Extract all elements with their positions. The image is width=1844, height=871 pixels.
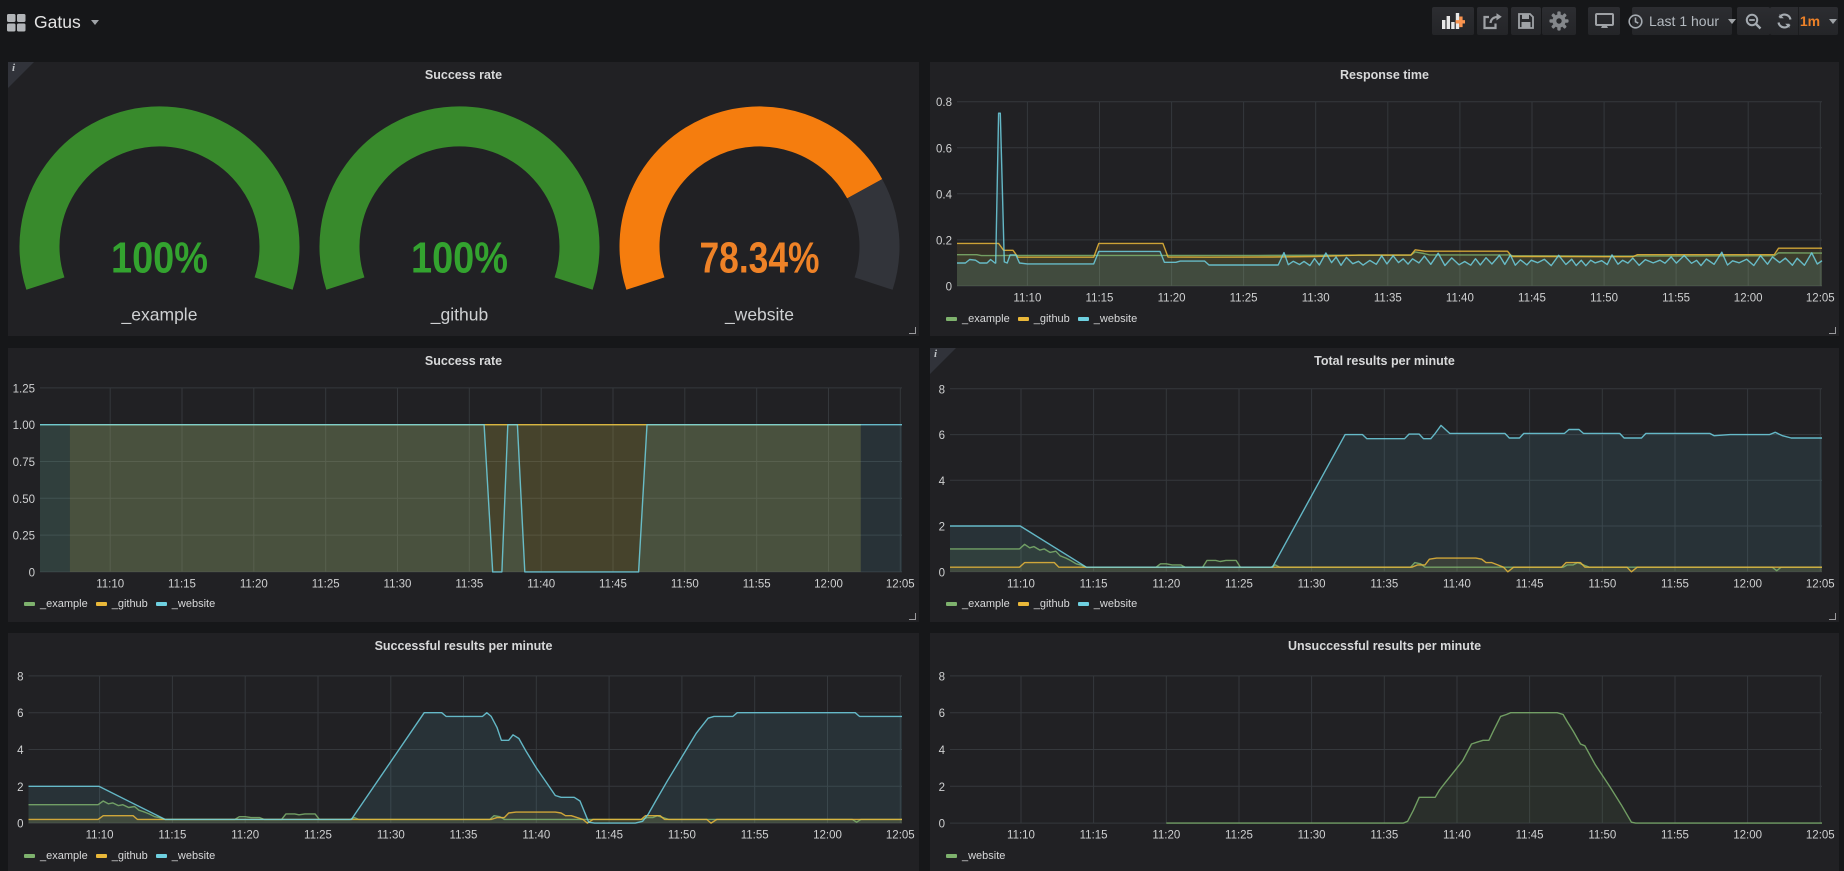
svg-text:4: 4 [939,475,946,487]
svg-text:11:20: 11:20 [231,829,259,841]
svg-text:1.25: 1.25 [13,383,35,395]
svg-text:0.6: 0.6 [936,143,952,155]
svg-text:12:00: 12:00 [1733,578,1762,590]
svg-text:11:40: 11:40 [1443,829,1471,841]
svg-text:11:35: 11:35 [1370,829,1398,841]
svg-text:4: 4 [17,745,24,757]
svg-text:11:30: 11:30 [384,578,412,590]
svg-text:12:05: 12:05 [1806,293,1835,305]
svg-text:11:55: 11:55 [743,578,771,590]
svg-text:11:50: 11:50 [1588,829,1616,841]
svg-text:0: 0 [29,567,35,579]
svg-text:11:55: 11:55 [1661,829,1689,841]
svg-text:11:35: 11:35 [1374,293,1402,305]
svg-text:100%: 100% [411,234,508,283]
svg-text:11:40: 11:40 [527,578,555,590]
svg-text:11:45: 11:45 [1518,293,1546,305]
svg-text:11:30: 11:30 [1298,829,1326,841]
svg-text:11:35: 11:35 [1370,578,1398,590]
svg-text:12:05: 12:05 [1806,829,1835,841]
svg-text:78.34%: 78.34% [700,234,820,283]
svg-text:12:05: 12:05 [1806,578,1835,590]
svg-text:11:55: 11:55 [1661,578,1689,590]
svg-text:11:50: 11:50 [1588,578,1616,590]
svg-text:11:45: 11:45 [1516,578,1544,590]
svg-text:_github: _github [430,305,488,326]
svg-text:11:45: 11:45 [1516,829,1544,841]
svg-text:4: 4 [939,745,946,757]
svg-text:11:25: 11:25 [304,829,332,841]
svg-text:100%: 100% [111,234,208,283]
svg-text:6: 6 [939,430,945,442]
svg-text:11:10: 11:10 [96,578,124,590]
svg-text:_website: _website [724,305,794,326]
svg-text:11:50: 11:50 [671,578,699,590]
svg-text:0: 0 [939,567,945,579]
svg-text:11:15: 11:15 [1080,829,1108,841]
svg-text:11:30: 11:30 [1302,293,1330,305]
svg-text:8: 8 [939,384,945,396]
svg-text:11:35: 11:35 [450,829,478,841]
svg-text:6: 6 [939,708,945,720]
svg-text:11:40: 11:40 [1443,578,1471,590]
svg-text:11:50: 11:50 [1590,293,1618,305]
svg-text:0: 0 [939,818,945,830]
svg-text:11:45: 11:45 [595,829,623,841]
svg-text:11:15: 11:15 [1080,578,1108,590]
svg-text:11:55: 11:55 [1662,293,1690,305]
svg-text:1.00: 1.00 [13,420,35,432]
svg-text:0.25: 0.25 [13,530,35,542]
svg-text:11:10: 11:10 [1007,578,1035,590]
svg-text:11:35: 11:35 [455,578,483,590]
svg-text:11:20: 11:20 [1158,293,1186,305]
svg-text:11:50: 11:50 [668,829,696,841]
svg-text:11:10: 11:10 [86,829,114,841]
svg-text:0.50: 0.50 [13,493,35,505]
svg-text:2: 2 [939,521,945,533]
svg-text:11:30: 11:30 [377,829,405,841]
svg-text:11:10: 11:10 [1013,293,1041,305]
svg-text:11:25: 11:25 [1225,578,1253,590]
svg-text:11:15: 11:15 [168,578,196,590]
svg-text:11:40: 11:40 [522,829,550,841]
svg-text:8: 8 [939,671,945,683]
svg-text:0.75: 0.75 [13,457,35,469]
svg-text:_example: _example [121,305,198,326]
svg-text:12:00: 12:00 [813,829,842,841]
svg-text:8: 8 [17,671,23,683]
svg-text:11:55: 11:55 [741,829,769,841]
svg-text:12:00: 12:00 [814,578,843,590]
svg-text:6: 6 [17,708,23,720]
svg-text:11:10: 11:10 [1007,829,1035,841]
svg-text:12:05: 12:05 [886,829,915,841]
svg-text:0.2: 0.2 [936,235,952,247]
svg-text:11:45: 11:45 [599,578,627,590]
svg-text:0.4: 0.4 [936,189,953,201]
svg-text:12:00: 12:00 [1733,829,1762,841]
svg-text:2: 2 [939,781,945,793]
svg-text:11:15: 11:15 [158,829,186,841]
svg-text:12:05: 12:05 [886,578,915,590]
svg-text:11:25: 11:25 [1225,829,1253,841]
svg-text:11:25: 11:25 [1230,293,1258,305]
svg-text:11:30: 11:30 [1298,578,1326,590]
svg-text:11:20: 11:20 [1152,829,1180,841]
svg-text:0: 0 [946,282,952,294]
svg-text:12:00: 12:00 [1734,293,1763,305]
svg-text:11:15: 11:15 [1086,293,1114,305]
svg-text:0.8: 0.8 [936,97,952,109]
svg-text:11:20: 11:20 [240,578,268,590]
svg-text:11:40: 11:40 [1446,293,1474,305]
svg-text:0: 0 [17,818,23,830]
svg-text:11:25: 11:25 [312,578,340,590]
svg-text:2: 2 [17,781,23,793]
svg-text:11:20: 11:20 [1152,578,1180,590]
